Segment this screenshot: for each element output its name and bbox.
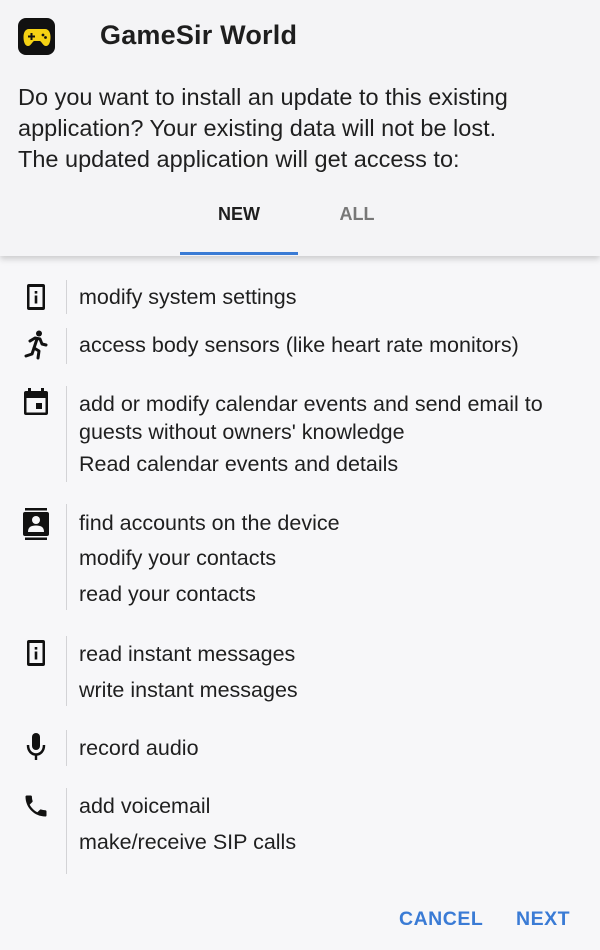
device-info-icon (20, 639, 52, 671)
permission-text: guests without owners' knowledge (79, 420, 405, 444)
phone-icon (20, 792, 52, 824)
divider (66, 280, 67, 314)
dialog-actions: CANCEL NEXT (0, 900, 600, 940)
divider (66, 386, 67, 482)
permission-text: access body sensors (like heart rate mon… (79, 333, 519, 357)
divider (66, 504, 67, 610)
permission-text: modify system settings (79, 285, 297, 309)
gamepad-app-icon (18, 18, 55, 55)
microphone-icon (20, 732, 52, 764)
calendar-icon (20, 388, 52, 420)
permission-text: add or modify calendar events and send e… (79, 392, 543, 416)
permission-text: find accounts on the device (79, 511, 340, 535)
divider (66, 636, 67, 706)
permission-text: make/receive SIP calls (79, 830, 297, 854)
permission-text: add voicemail (79, 794, 211, 818)
tab-selected-indicator (180, 252, 298, 255)
permission-text: read your contacts (79, 582, 256, 606)
device-info-icon (20, 283, 52, 315)
next-button[interactable]: NEXT (516, 908, 570, 931)
permission-text: modify your contacts (79, 546, 277, 570)
tab-new[interactable]: NEW (180, 204, 298, 244)
tab-all[interactable]: ALL (298, 204, 416, 244)
running-person-icon (20, 330, 52, 362)
divider (66, 328, 67, 364)
divider (66, 730, 67, 766)
dialog-header: GameSir World Do you want to install an … (0, 0, 600, 256)
permission-text: read instant messages (79, 642, 296, 666)
permission-text: write instant messages (79, 678, 298, 702)
permission-text: record audio (79, 736, 199, 760)
permission-tabs: NEW ALL (0, 196, 600, 256)
cancel-button[interactable]: CANCEL (399, 908, 483, 931)
update-prompt: Do you want to install an update to this… (18, 82, 593, 175)
prompt-line: Do you want to install an update to this… (18, 84, 508, 110)
prompt-line: application? Your existing data will not… (18, 115, 497, 141)
contacts-icon (20, 508, 52, 540)
app-title: GameSir World (100, 20, 298, 50)
prompt-line: The updated application will get access … (18, 146, 460, 172)
divider (66, 788, 67, 874)
permission-text: Read calendar events and details (79, 452, 399, 476)
